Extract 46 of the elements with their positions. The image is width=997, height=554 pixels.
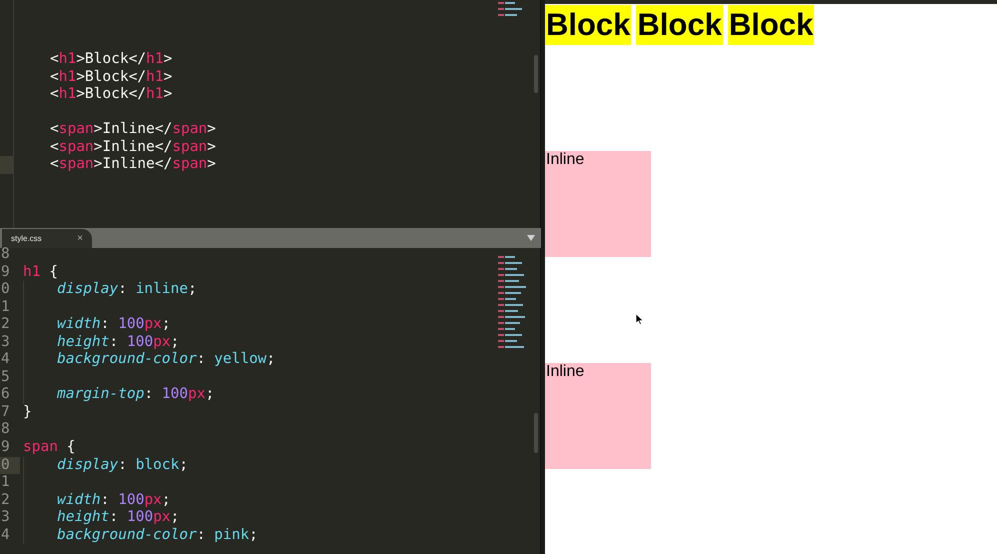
line-number: 1 bbox=[1, 474, 10, 490]
code-line: <h1>Block</h1> bbox=[50, 86, 172, 102]
inline-box: Inline bbox=[545, 151, 651, 257]
code-line: width: 100px; bbox=[57, 316, 171, 332]
code-line: <span>Inline</span> bbox=[50, 156, 216, 172]
file-tab[interactable]: style.css × bbox=[2, 229, 92, 248]
code-line: span { bbox=[23, 439, 76, 456]
mouse-pointer-icon bbox=[636, 314, 643, 325]
code-line: <h1>Block</h1> bbox=[50, 51, 172, 67]
line-number: 0 bbox=[1, 456, 10, 473]
code-line: } bbox=[23, 404, 32, 420]
code-line: height: 100px; bbox=[57, 509, 180, 526]
heading: Block bbox=[636, 5, 723, 45]
heading: Block bbox=[545, 5, 632, 45]
code-line: width: 100px; bbox=[57, 492, 171, 508]
code-line: height: 100px; bbox=[57, 334, 180, 350]
inline-box: Inline bbox=[545, 363, 651, 469]
code-line: <span>Inline</span> bbox=[50, 138, 216, 154]
scrollbar bbox=[534, 413, 538, 453]
code-line: display: inline; bbox=[57, 281, 197, 298]
code-line: display: block; bbox=[57, 456, 188, 473]
line-number: 9 bbox=[1, 439, 10, 456]
line-number: 2 bbox=[1, 492, 10, 508]
line-number: 0 bbox=[1, 281, 10, 298]
code-line: background-color: yellow; bbox=[57, 351, 276, 368]
line-number: 9 bbox=[1, 264, 10, 280]
code-line: margin-top: 100px; bbox=[57, 386, 214, 402]
line-number: 2 bbox=[1, 316, 10, 332]
line-number: 5 bbox=[1, 368, 10, 385]
code-line: <h1>Block</h1> bbox=[50, 68, 172, 84]
code-line: h1 { bbox=[23, 264, 58, 280]
line-number: 6 bbox=[1, 386, 10, 402]
line-number: 3 bbox=[1, 334, 10, 350]
code-line: background-color: pink; bbox=[57, 526, 258, 543]
line-number: 1 bbox=[1, 298, 10, 315]
close-icon[interactable]: × bbox=[77, 231, 83, 246]
line-number: 7 bbox=[1, 404, 10, 420]
line-number: 4 bbox=[1, 526, 10, 543]
code-line: <span>Inline</span> bbox=[50, 121, 216, 137]
line-number: 3 bbox=[1, 509, 10, 526]
dropdown-caret-icon[interactable] bbox=[527, 235, 535, 241]
scrollbar bbox=[534, 55, 538, 93]
line-number: 4 bbox=[1, 351, 10, 368]
line-number: 8 bbox=[1, 421, 10, 438]
line-number: 8 bbox=[1, 246, 10, 262]
heading: Block bbox=[728, 5, 814, 45]
